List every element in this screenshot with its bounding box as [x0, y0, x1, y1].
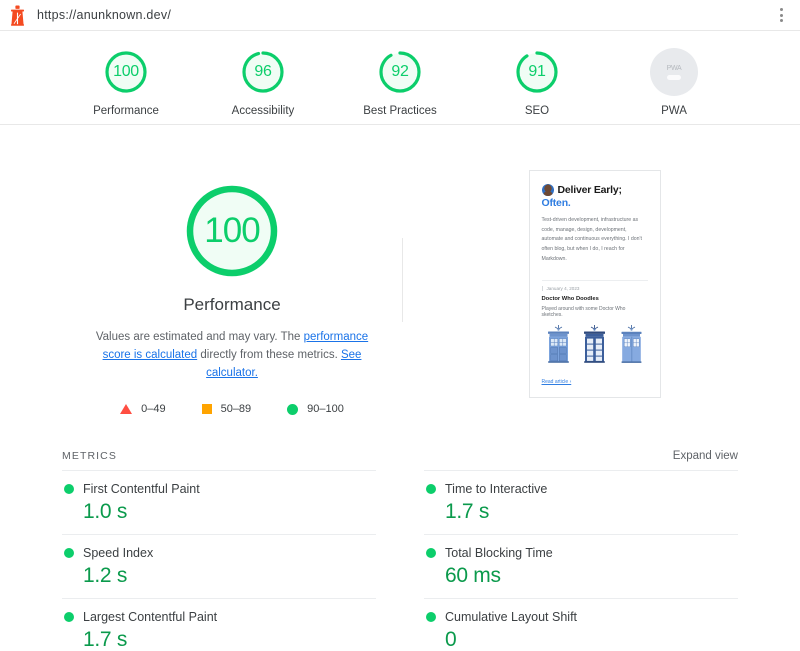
gauge-value-best-practices: 92 [391, 63, 409, 80]
status-pass-icon [64, 484, 74, 495]
metric-time-to-interactive[interactable]: Time to Interactive 1.7 s [424, 470, 738, 534]
kebab-dot [779, 19, 783, 22]
metric-first-contentful-paint[interactable]: First Contentful Paint 1.0 s [62, 470, 376, 534]
performance-summary: 100 Performance Values are estimated and… [62, 170, 402, 415]
triangle-icon [120, 404, 133, 415]
gauge-pwa[interactable]: PWA PWA [631, 48, 717, 117]
thumbnail-heading-line2: Often. [541, 197, 571, 209]
thumbnail-divider [541, 280, 648, 282]
gauge-ring-best-practices: 92 [376, 48, 424, 96]
thumbnail-doodles [542, 324, 648, 370]
url-bar: https://anunknown.dev/ [0, 0, 800, 31]
perf-desc-part1: Values are estimated and may vary. The [95, 331, 304, 343]
thumbnail-heading-row: Deliver Early; [541, 184, 648, 196]
performance-title: Performance [183, 295, 281, 314]
final-screenshot-panel: Deliver Early; Often. Test-driven develo… [403, 170, 738, 399]
gauge-performance[interactable]: 100 Performance [83, 48, 169, 117]
pwa-badge-text: PWA [666, 64, 682, 72]
thumbnail-paragraph: Test-driven development, infrastructure … [541, 217, 643, 262]
gauge-ring-accessibility: 96 [239, 48, 287, 96]
metric-header: First Contentful Paint [64, 482, 376, 496]
circle-icon [287, 403, 299, 415]
tardis-icon [547, 325, 569, 363]
kebab-menu-icon[interactable] [772, 5, 790, 25]
gauge-ring-seo: 91 [513, 48, 561, 96]
thumbnail-post-date: January 4, 2023 [541, 286, 648, 292]
metric-name: First Contentful Paint [83, 482, 200, 497]
metric-header: Speed Index [64, 546, 376, 560]
square-icon [201, 404, 212, 415]
legend-item-average: 50–89 [201, 403, 252, 416]
score-legend: 0–49 50–89 90–100 [62, 403, 402, 415]
performance-score-value: 100 [204, 211, 260, 250]
metric-header: Cumulative Layout Shift [426, 610, 738, 624]
legend-range-average: 50–89 [220, 403, 252, 416]
gauge-value-accessibility: 96 [254, 63, 272, 80]
gauge-accessibility[interactable]: 96 Accessibility [220, 48, 306, 117]
thumbnail-post-title: Doctor Who Doodles [541, 296, 599, 303]
metric-value: 1.7 s [445, 500, 490, 524]
metric-value: 1.0 s [83, 500, 128, 524]
pwa-dash-icon [667, 74, 681, 80]
metric-header: Largest Contentful Paint [64, 610, 376, 624]
status-pass-icon [426, 612, 436, 623]
metric-header: Time to Interactive [426, 482, 738, 496]
thumbnail-read-article-link[interactable]: Read article › [542, 379, 572, 385]
perf-desc-part2: directly from these metrics. [197, 348, 341, 361]
metric-largest-contentful-paint[interactable]: Largest Contentful Paint 1.7 s [62, 598, 376, 651]
gauge-value-performance: 100 [113, 63, 139, 80]
status-pass-icon [64, 548, 74, 559]
metric-total-blocking-time[interactable]: Total Blocking Time 60 ms [424, 534, 738, 598]
gauge-label-pwa: PWA [661, 105, 687, 117]
url-text[interactable]: https://anunknown.dev/ [37, 8, 772, 22]
metrics-header: METRICS Expand view [62, 450, 738, 470]
tardis-icon [584, 325, 605, 363]
metric-value: 1.2 s [83, 564, 128, 588]
gauge-best-practices[interactable]: 92 Best Practices [357, 48, 443, 117]
legend-range-pass: 90–100 [307, 403, 344, 416]
tardis-icon [621, 325, 641, 364]
thumbnail-post-subtitle: Played around with some Doctor Who sketc… [541, 306, 626, 319]
report-body: 100 Performance Values are estimated and… [0, 125, 800, 651]
status-pass-icon [426, 484, 436, 495]
metrics-grid: First Contentful Paint 1.0 s Time to Int… [62, 470, 738, 651]
metric-name: Largest Contentful Paint [83, 610, 218, 625]
metric-header: Total Blocking Time [426, 546, 738, 560]
performance-big-gauge: 100 [180, 179, 284, 283]
gauge-label-performance: Performance [93, 105, 159, 117]
metric-cumulative-layout-shift[interactable]: Cumulative Layout Shift 0 [424, 598, 738, 651]
performance-section: 100 Performance Values are estimated and… [62, 125, 738, 415]
legend-item-fail: 0–49 [120, 403, 166, 416]
avatar [541, 184, 554, 196]
gauge-seo[interactable]: 91 SEO [494, 48, 580, 117]
metric-value: 0 [445, 628, 457, 651]
lighthouse-icon [8, 5, 27, 26]
kebab-dot [779, 13, 783, 17]
thumbnail-heading-line1: Deliver Early; [557, 184, 623, 196]
metric-speed-index[interactable]: Speed Index 1.2 s [62, 534, 376, 598]
legend-item-pass: 90–100 [287, 403, 344, 415]
gauge-label-accessibility: Accessibility [231, 105, 295, 117]
metric-name: Time to Interactive [445, 482, 548, 497]
gauge-label-seo: SEO [524, 105, 550, 117]
page-screenshot-thumbnail: Deliver Early; Often. Test-driven develo… [528, 170, 661, 399]
score-gauges-strip: 100 Performance 96 Accessibility 92 Best… [0, 31, 800, 125]
legend-range-fail: 0–49 [141, 403, 166, 416]
metric-name: Cumulative Layout Shift [445, 610, 578, 625]
status-pass-icon [64, 612, 74, 623]
metric-name: Speed Index [83, 546, 154, 561]
gauge-value-seo: 91 [528, 63, 546, 80]
metrics-title: METRICS [62, 450, 117, 463]
metric-value: 60 ms [445, 564, 501, 588]
gauge-label-best-practices: Best Practices [363, 105, 437, 117]
kebab-dot [779, 8, 783, 11]
expand-view-toggle[interactable]: Expand view [673, 450, 738, 462]
status-pass-icon [426, 548, 436, 559]
metric-name: Total Blocking Time [445, 546, 553, 561]
metric-value: 1.7 s [83, 628, 128, 651]
gauge-ring-performance: 100 [102, 48, 150, 96]
performance-description: Values are estimated and may vary. The p… [87, 329, 377, 382]
gauge-ring-pwa: PWA [650, 48, 698, 96]
